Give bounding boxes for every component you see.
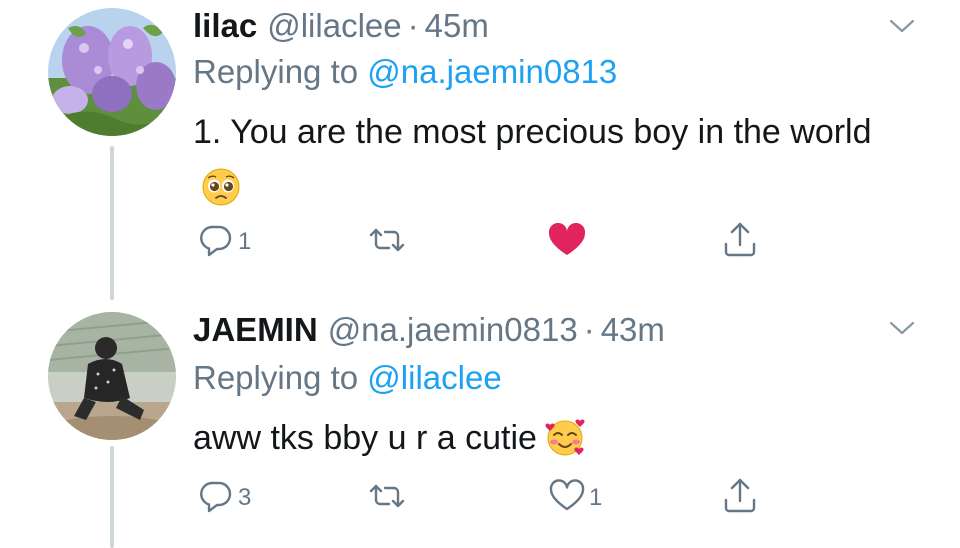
share-icon bbox=[720, 220, 760, 265]
chevron-down-icon[interactable] bbox=[886, 10, 918, 42]
tweet-header: lilac @lilaclee · 45m bbox=[193, 6, 489, 46]
handle[interactable]: @lilaclee bbox=[267, 7, 401, 44]
reply-count: 1 bbox=[238, 228, 252, 255]
avatar[interactable] bbox=[48, 8, 176, 136]
display-name[interactable]: JAEMIN bbox=[193, 311, 318, 348]
reply-button[interactable]: 3 bbox=[196, 478, 251, 518]
separator-dot: · bbox=[583, 311, 595, 348]
share-icon bbox=[720, 476, 760, 521]
retweet-button[interactable] bbox=[367, 478, 409, 518]
pleading-face-emoji bbox=[201, 167, 241, 207]
reply-count: 3 bbox=[238, 484, 252, 511]
tweet-header: JAEMIN @na.jaemin0813 · 43m bbox=[193, 310, 665, 350]
timestamp[interactable]: 43m bbox=[601, 311, 665, 348]
chevron-down-icon[interactable] bbox=[886, 312, 918, 344]
replying-to: Replying to @na.jaemin0813 bbox=[193, 52, 617, 92]
tweet-text-content: aww tks bby u r a cutie bbox=[193, 419, 537, 457]
person-sitting-photo bbox=[48, 312, 176, 440]
display-name[interactable]: lilac bbox=[193, 7, 257, 44]
tweet-text: aww tks bby u r a cutie bbox=[193, 410, 883, 466]
share-button[interactable] bbox=[720, 478, 760, 518]
heart-filled-icon bbox=[547, 220, 587, 265]
thread-line bbox=[110, 446, 114, 548]
retweet-icon bbox=[367, 476, 407, 521]
like-button[interactable] bbox=[547, 222, 589, 262]
avatar[interactable] bbox=[48, 312, 176, 440]
tweet-text: 1. You are the most precious boy in the … bbox=[193, 104, 883, 216]
lilac-flowers-photo bbox=[48, 8, 176, 136]
mention-link[interactable]: @na.jaemin0813 bbox=[367, 53, 617, 90]
share-button[interactable] bbox=[720, 222, 760, 262]
like-count: 1 bbox=[589, 484, 603, 511]
thread-line bbox=[110, 146, 114, 300]
tweet[interactable]: lilac @lilaclee · 45m Replying to @na.jaemi… bbox=[0, 0, 960, 300]
retweet-button[interactable] bbox=[367, 222, 409, 262]
heart-outline-icon bbox=[547, 476, 587, 521]
replying-prefix: Replying to bbox=[193, 359, 359, 396]
retweet-icon bbox=[367, 220, 407, 265]
like-button[interactable]: 1 bbox=[547, 478, 602, 518]
handle[interactable]: @na.jaemin0813 bbox=[328, 311, 578, 348]
tweet-text-content: 1. You are the most precious boy in the … bbox=[193, 113, 872, 151]
reply-icon bbox=[196, 476, 236, 521]
replying-prefix: Replying to bbox=[193, 53, 359, 90]
replying-to: Replying to @lilaclee bbox=[193, 358, 502, 398]
timestamp[interactable]: 45m bbox=[425, 7, 489, 44]
separator-dot: · bbox=[407, 7, 419, 44]
mention-link[interactable]: @lilaclee bbox=[367, 359, 501, 396]
reply-button[interactable]: 1 bbox=[196, 222, 251, 262]
smiling-face-with-hearts-emoji bbox=[545, 417, 585, 457]
reply-icon bbox=[196, 220, 236, 265]
